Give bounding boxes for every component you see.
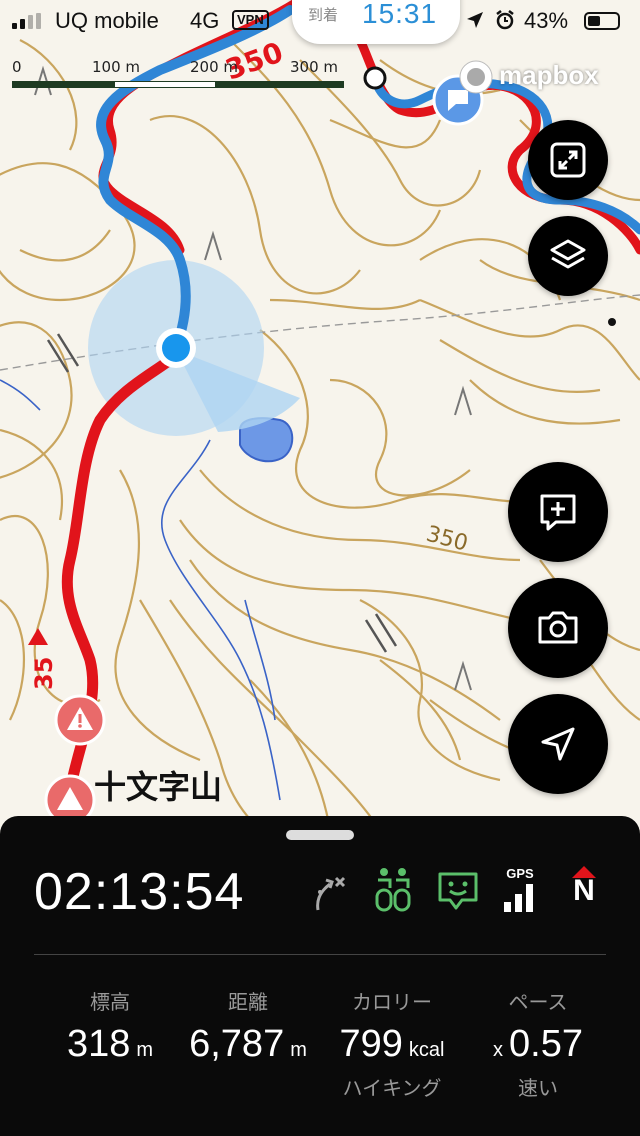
waypoint-marker[interactable] <box>363 66 387 90</box>
battery-percent: 43% <box>524 8 569 33</box>
stat-calories[interactable]: カロリー 799 kcal ハイキング <box>322 986 462 1101</box>
add-memo-button[interactable] <box>508 462 608 562</box>
gps-signal-icon[interactable]: GPS <box>500 866 544 914</box>
stat-value-row: 799 kcal <box>322 1023 462 1066</box>
location-arrow-icon <box>467 12 483 28</box>
pace-rating: 速い <box>518 1076 558 1100</box>
mapbox-text: mapbox <box>499 60 599 90</box>
stat-label: ペース <box>508 990 568 1014</box>
stat-value-row: x 0.57 <box>468 1023 608 1066</box>
camera-icon <box>538 611 578 644</box>
current-location-dot <box>162 334 190 362</box>
stat-value: 0.57 <box>509 1023 583 1065</box>
peak-name: 十文字山 <box>94 768 222 806</box>
stat-prefix: x <box>493 1039 504 1061</box>
scale-label: 200 m <box>190 58 239 76</box>
gps-label: GPS <box>506 866 534 881</box>
stat-unit: kcal <box>408 1039 445 1061</box>
layers-button[interactable] <box>528 216 608 296</box>
arrival-time: 15:31 <box>362 0 438 29</box>
stat-pace[interactable]: ペース x 0.57 速い <box>468 986 608 1101</box>
elapsed-time: 02:13:54 <box>34 863 245 921</box>
stat-distance: 距離 6,787 m <box>178 986 318 1066</box>
mapbox-logo-icon <box>459 60 493 94</box>
stat-label: 標高 <box>90 990 130 1014</box>
stat-label: カロリー <box>352 990 432 1014</box>
stat-value: 318 <box>66 1023 131 1065</box>
panel-divider <box>34 954 606 955</box>
scale-bar: 0 100 m 200 m 300 m <box>12 58 347 94</box>
activity-type: ハイキング <box>342 1076 442 1100</box>
stat-value: 6,787 <box>189 1023 285 1065</box>
stat-value-row: 318 m <box>40 1023 180 1066</box>
chat-icon[interactable] <box>436 866 480 914</box>
cell-signal-icon <box>12 13 42 29</box>
stat-elevation: 標高 318 m <box>40 986 180 1066</box>
walker-icon[interactable] <box>372 866 416 914</box>
scale-label: 300 m <box>290 58 339 76</box>
stat-value: 799 <box>339 1023 403 1065</box>
drag-handle[interactable] <box>286 830 354 840</box>
add-memo-icon <box>540 494 576 531</box>
navigation-arrow-icon <box>541 727 575 761</box>
scale-label: 100 m <box>92 58 141 76</box>
warning-icon[interactable] <box>54 694 106 746</box>
stat-unit: m <box>290 1039 307 1061</box>
locate-button[interactable] <box>508 694 608 794</box>
alarm-icon <box>496 10 514 30</box>
layers-icon <box>550 239 586 269</box>
arrival-label: 到着 <box>308 6 339 24</box>
spot-height-icon <box>608 318 616 326</box>
stat-unit: m <box>136 1039 154 1061</box>
arrival-time-badge[interactable]: 到着 15:31 <box>292 0 460 44</box>
north-label: N <box>573 874 595 907</box>
battery-icon <box>584 12 620 30</box>
stat-label: 距離 <box>228 990 268 1014</box>
camera-button[interactable] <box>508 578 608 678</box>
tracking-panel[interactable]: 02:13:54 GPS N 標高 318 m 距離 6,787 m カロリー 79… <box>0 816 640 1136</box>
route-distance-label: 35 <box>30 657 58 690</box>
fullscreen-icon <box>550 142 586 178</box>
route-off-icon[interactable] <box>308 866 352 914</box>
scale-bar-graphic <box>12 81 344 88</box>
network-type: 4G <box>190 8 220 33</box>
vpn-badge: VPN <box>232 10 269 30</box>
stat-value-row: 6,787 m <box>178 1023 318 1066</box>
scale-label: 0 <box>12 58 22 76</box>
fullscreen-button[interactable] <box>528 120 608 200</box>
north-compass-icon[interactable]: N <box>566 866 610 914</box>
carrier-name: UQ mobile <box>55 8 159 33</box>
